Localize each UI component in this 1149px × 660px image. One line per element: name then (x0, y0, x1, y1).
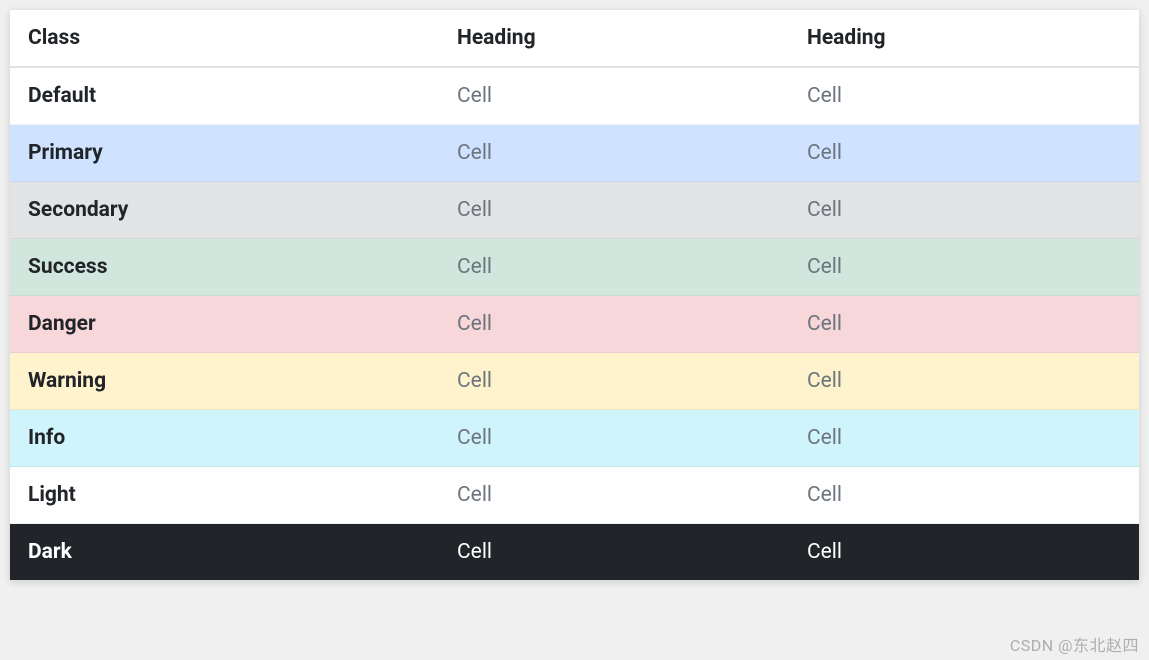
row-label-warning: Warning (10, 353, 439, 410)
cell: Cell (439, 296, 789, 353)
row-label-danger: Danger (10, 296, 439, 353)
row-label-default: Default (10, 67, 439, 125)
cell: Cell (439, 467, 789, 524)
cell: Cell (789, 67, 1139, 125)
table-row: Light Cell Cell (10, 467, 1139, 524)
cell: Cell (439, 524, 789, 581)
row-label-light: Light (10, 467, 439, 524)
cell: Cell (789, 353, 1139, 410)
row-label-dark: Dark (10, 524, 439, 581)
row-label-primary: Primary (10, 125, 439, 182)
table-row: Secondary Cell Cell (10, 182, 1139, 239)
header-heading-1: Heading (439, 10, 789, 67)
table-header-row: Class Heading Heading (10, 10, 1139, 67)
cell: Cell (439, 353, 789, 410)
table-row: Info Cell Cell (10, 410, 1139, 467)
cell: Cell (789, 410, 1139, 467)
cell: Cell (789, 296, 1139, 353)
cell: Cell (439, 239, 789, 296)
table-row: Success Cell Cell (10, 239, 1139, 296)
cell: Cell (439, 125, 789, 182)
cell: Cell (789, 467, 1139, 524)
table-row: Default Cell Cell (10, 67, 1139, 125)
cell: Cell (789, 239, 1139, 296)
cell: Cell (789, 182, 1139, 239)
cell: Cell (439, 67, 789, 125)
row-label-info: Info (10, 410, 439, 467)
table-row: Dark Cell Cell (10, 524, 1139, 581)
table-card: Class Heading Heading Default Cell Cell … (10, 10, 1139, 580)
row-label-secondary: Secondary (10, 182, 439, 239)
cell: Cell (789, 125, 1139, 182)
row-label-success: Success (10, 239, 439, 296)
table-row: Primary Cell Cell (10, 125, 1139, 182)
cell: Cell (439, 182, 789, 239)
watermark-text: CSDN @东北赵四 (1010, 632, 1139, 656)
header-class: Class (10, 10, 439, 67)
cell: Cell (789, 524, 1139, 581)
cell: Cell (439, 410, 789, 467)
contextual-classes-table: Class Heading Heading Default Cell Cell … (10, 10, 1139, 580)
header-heading-2: Heading (789, 10, 1139, 67)
table-row: Danger Cell Cell (10, 296, 1139, 353)
table-row: Warning Cell Cell (10, 353, 1139, 410)
